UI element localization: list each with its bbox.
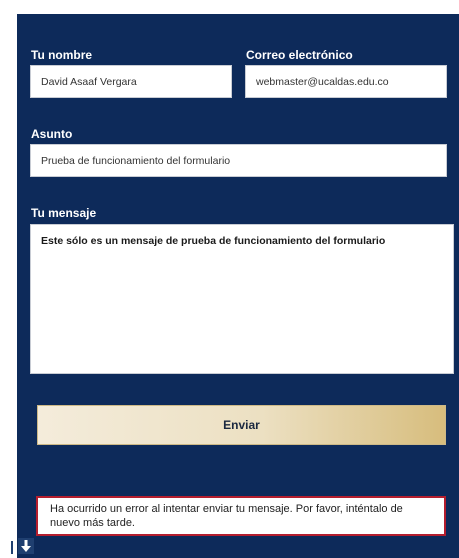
- submit-button[interactable]: Enviar: [37, 405, 446, 445]
- message-textarea[interactable]: Este sólo es un mensaje de prueba de fun…: [30, 224, 454, 374]
- error-message: Ha ocurrido un error al intentar enviar …: [36, 496, 446, 536]
- name-label: Tu nombre: [31, 48, 93, 62]
- arrow-down-icon[interactable]: [18, 538, 34, 554]
- email-field[interactable]: webmaster@ucaldas.edu.co: [245, 65, 447, 98]
- subject-label: Asunto: [31, 127, 73, 141]
- name-field[interactable]: David Asaaf Vergara: [30, 65, 232, 98]
- arrow-down-icon-glyph: [21, 540, 31, 552]
- divider: [11, 541, 13, 554]
- email-label: Correo electrónico: [246, 48, 353, 62]
- message-label: Tu mensaje: [31, 206, 97, 220]
- subject-field[interactable]: Prueba de funcionamiento del formulario: [30, 144, 447, 177]
